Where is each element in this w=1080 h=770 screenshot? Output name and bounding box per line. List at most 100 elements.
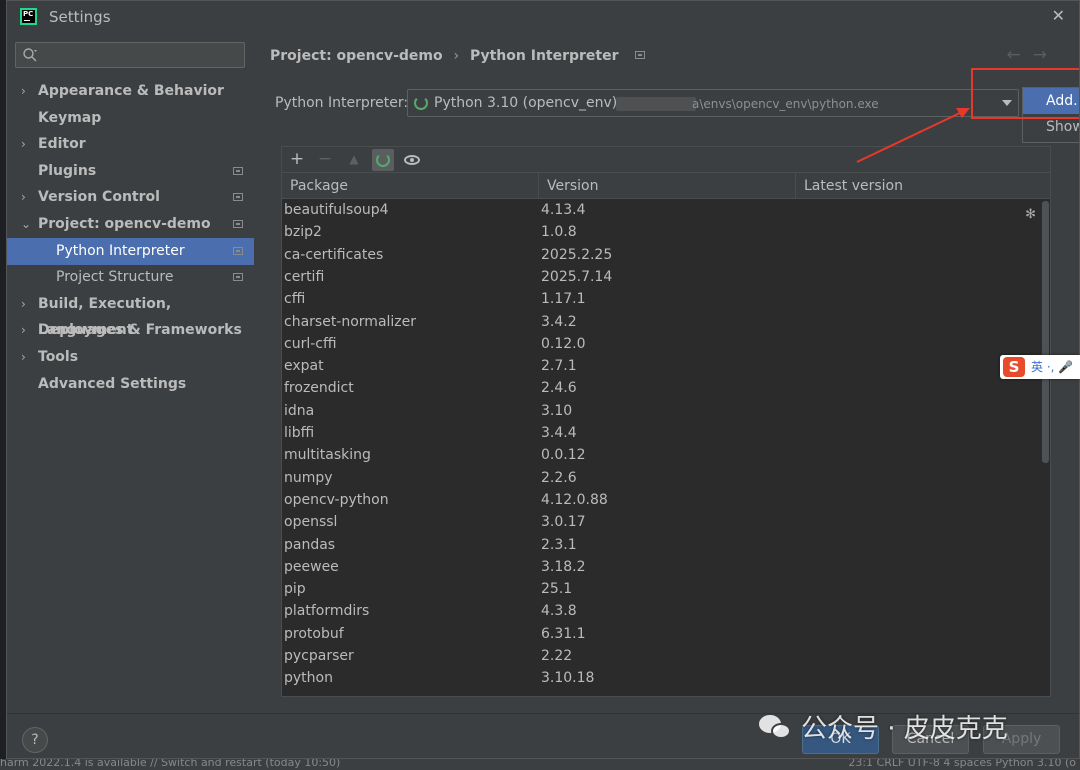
sidebar-item-label: Tools — [38, 349, 79, 365]
upgrade-package-button[interactable]: ▲ — [343, 149, 365, 171]
chevron-right-icon[interactable]: › — [21, 317, 33, 343]
table-row[interactable]: multitasking 0.0.12 — [282, 444, 1050, 466]
table-row[interactable]: beautifulsoup4 4.13.4 — [282, 199, 1050, 221]
chevron-right-icon[interactable]: › — [21, 184, 33, 210]
sidebar-item-label: Languages & Frameworks — [38, 322, 242, 338]
chevron-right-icon[interactable]: › — [21, 291, 33, 317]
column-version[interactable]: Version — [539, 173, 796, 199]
table-row[interactable]: pandas 2.3.1 — [282, 534, 1050, 556]
sidebar-item-label: Keymap — [38, 110, 102, 126]
breadcrumb-separator: › — [453, 48, 460, 64]
sidebar-item-label: Project: opencv-demo — [38, 216, 211, 232]
table-row[interactable]: ca-certificates 2025.2.25 — [282, 244, 1050, 266]
table-row[interactable]: python 3.10.18 — [282, 667, 1050, 689]
sidebar-item-python-interpreter[interactable]: Python Interpreter — [7, 238, 254, 265]
sidebar-item-keymap[interactable]: Keymap — [7, 105, 254, 132]
sidebar-item-build[interactable]: › Build, Execution, Deployment — [7, 291, 254, 338]
package-version: 4.13.4 — [541, 202, 586, 218]
sidebar-item-plugins[interactable]: Plugins — [7, 158, 254, 185]
table-row[interactable]: peewee 3.18.2 — [282, 556, 1050, 578]
sidebar-item-languages[interactable]: › Languages & Frameworks — [7, 317, 254, 344]
package-name: expat — [284, 358, 324, 375]
interpreter-path: a\envs\opencv_env\python.exe — [692, 97, 879, 111]
search-input[interactable] — [46, 46, 236, 64]
package-version: 2.3.1 — [541, 536, 577, 553]
table-row[interactable]: idna 3.10 — [282, 400, 1050, 422]
table-scrollbar[interactable] — [1041, 199, 1050, 696]
project-settings-icon — [233, 273, 243, 281]
input-method-toolbar[interactable]: S 英 ·, 🎤 — [1000, 355, 1080, 379]
loading-spinner-icon — [414, 96, 428, 110]
chevron-right-icon[interactable]: › — [21, 131, 33, 157]
breadcrumb-project[interactable]: Project: opencv-demo — [270, 48, 443, 64]
ok-button[interactable]: OK — [802, 725, 879, 754]
status-update-notice[interactable]: harm 2022.1.4 is available // Switch and… — [0, 759, 340, 768]
package-name: libffi — [284, 425, 315, 441]
packages-table: Package Version Latest version beautiful… — [281, 172, 1051, 697]
refresh-button[interactable] — [372, 149, 394, 171]
table-row[interactable]: expat 2.7.1 — [282, 355, 1050, 377]
sidebar-item-appearance[interactable]: › Appearance & Behavior — [7, 78, 254, 105]
sidebar-item-advanced[interactable]: Advanced Settings — [7, 371, 254, 398]
package-version: 2.7.1 — [541, 358, 577, 375]
search-icon — [23, 48, 37, 62]
show-early-releases-button[interactable] — [401, 149, 423, 171]
sidebar-item-project[interactable]: ⌄ Project: opencv-demo — [7, 211, 254, 238]
table-row[interactable]: pip 25.1 — [282, 578, 1050, 600]
table-row[interactable]: openssl 3.0.17 — [282, 511, 1050, 533]
table-row[interactable]: bzip2 1.0.8 — [282, 221, 1050, 243]
interpreter-select[interactable]: Python 3.10 (opencv_env) a\envs\opencv_e… — [407, 89, 1019, 117]
ime-status: 英 ·, 🎤 — [1031, 360, 1074, 374]
breadcrumb: Project: opencv-demo › Python Interprete… — [270, 48, 646, 64]
package-version: 6.31.1 — [541, 625, 586, 642]
status-indicators: 23:1 CRLF UTF-8 4 spaces Python 3.10 (o — [848, 759, 1076, 769]
table-row[interactable]: libffi 3.4.4 — [282, 422, 1050, 444]
apply-button[interactable]: Apply — [983, 725, 1060, 754]
ide-status-bar: harm 2022.1.4 is available // Switch and… — [0, 759, 1080, 770]
table-row[interactable]: certifi 2025.7.14 — [282, 266, 1050, 288]
package-name: pandas — [284, 536, 336, 553]
scrollbar-thumb[interactable] — [1042, 201, 1049, 463]
table-row[interactable]: opencv-python 4.12.0.88 — [282, 489, 1050, 511]
chevron-right-icon[interactable]: › — [21, 78, 33, 104]
table-row[interactable]: frozendict 2.4.6 — [282, 377, 1050, 399]
table-row[interactable]: platformdirs 4.3.8 — [282, 600, 1050, 622]
remove-package-button[interactable]: − — [314, 149, 336, 171]
table-header: Package Version Latest version — [282, 173, 1050, 199]
sidebar-item-editor[interactable]: › Editor — [7, 131, 254, 158]
dropdown-arrow-icon[interactable] — [1002, 100, 1012, 106]
table-row[interactable]: numpy 2.2.6 — [282, 467, 1050, 489]
table-row[interactable]: pycparser 2.22 — [282, 645, 1050, 667]
sidebar-item-tools[interactable]: › Tools — [7, 344, 254, 371]
package-name: idna — [284, 402, 315, 419]
interpreter-label: Python Interpreter: — [275, 95, 409, 111]
add-interpreter-option[interactable]: Add... — [1023, 88, 1079, 114]
table-row[interactable]: charset-normalizer 3.4.2 — [282, 311, 1050, 333]
table-row[interactable]: cffi 1.17.1 — [282, 288, 1050, 310]
table-row[interactable]: curl-cffi 0.12.0 — [282, 333, 1050, 355]
package-version: 3.0.17 — [541, 514, 586, 531]
package-version: 2.22 — [541, 648, 573, 664]
forward-arrow-icon[interactable]: → — [1033, 45, 1059, 65]
sidebar-item-project-structure[interactable]: Project Structure — [7, 264, 254, 291]
close-icon[interactable]: ✕ — [1052, 6, 1065, 25]
package-name: openssl — [284, 514, 338, 531]
settings-search[interactable] — [15, 42, 245, 68]
show-all-option[interactable]: Show — [1023, 114, 1079, 140]
add-package-button[interactable]: + — [286, 149, 308, 171]
package-version: 0.0.12 — [541, 447, 586, 464]
settings-sidebar: › Appearance & Behavior Keymap › Editor … — [7, 33, 254, 713]
table-body: beautifulsoup4 4.13.4 bzip2 1.0.8 ca-certifi… — [282, 199, 1050, 696]
help-button[interactable]: ? — [22, 727, 48, 753]
chevron-down-icon[interactable]: ⌄ — [21, 211, 33, 237]
sidebar-item-version-control[interactable]: › Version Control — [7, 184, 254, 211]
package-version: 2.4.6 — [541, 380, 577, 397]
package-version: 4.12.0.88 — [541, 491, 608, 508]
cancel-button[interactable]: Cancel — [892, 725, 969, 754]
back-arrow-icon[interactable]: ← — [1007, 45, 1033, 65]
package-version: 4.3.8 — [541, 603, 577, 620]
table-row[interactable]: protobuf 6.31.1 — [282, 623, 1050, 645]
column-latest-version[interactable]: Latest version — [796, 173, 1050, 199]
chevron-right-icon[interactable]: › — [21, 344, 33, 370]
column-package[interactable]: Package — [282, 173, 539, 199]
